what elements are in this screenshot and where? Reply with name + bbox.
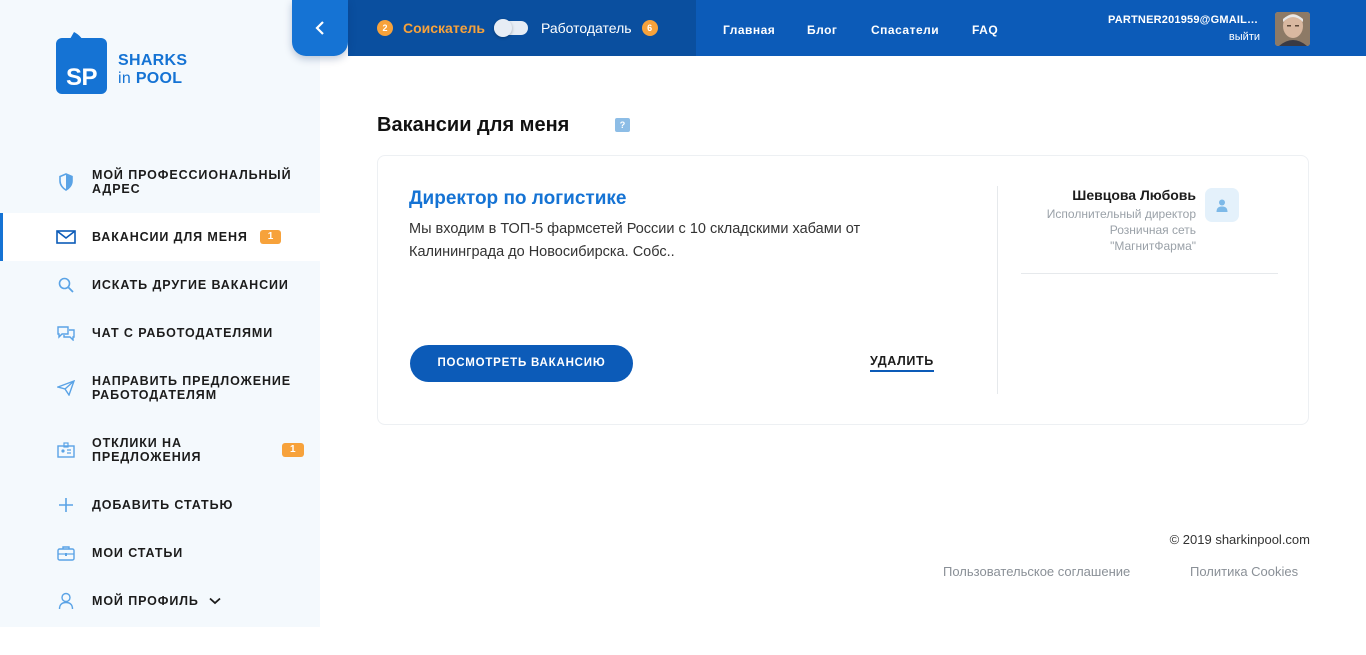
sidebar-item-label: Вакансии для меня <box>92 230 248 244</box>
contact-company-line2: "МагнитФарма" <box>1110 239 1196 253</box>
envelope-icon <box>56 227 76 247</box>
contact-avatar[interactable] <box>1205 188 1239 222</box>
logo-badge-text: SP <box>65 64 98 91</box>
sidebar-item-chat[interactable]: Чат с работодателями <box>0 309 320 357</box>
chevron-left-icon <box>315 21 324 35</box>
brand-logo[interactable]: SP SHARKS in POOL <box>56 30 206 96</box>
logo-line-2: in POOL <box>118 70 187 88</box>
contact-company-line1: Розничная сеть <box>1109 223 1196 237</box>
avatar[interactable] <box>1275 12 1310 46</box>
sidebar-item-label-line1: Направить предложение <box>92 374 292 388</box>
logo-pool: POOL <box>135 70 183 87</box>
vacancy-description: Мы входим в ТОП-5 фармсетей России с 10 … <box>409 221 861 260</box>
seeker-count-badge: 2 <box>377 20 393 36</box>
page-title: Вакансии для меня <box>377 114 570 136</box>
sidebar-item-label: Мой профессиональный адрес <box>92 168 291 196</box>
shield-icon <box>56 172 76 192</box>
copyright: © 2019 sharkinpool.com <box>1169 532 1310 547</box>
vacancies-count-badge: 1 <box>259 230 282 244</box>
vacancy-title[interactable]: Директор по логистике <box>409 188 626 210</box>
logo-in: in <box>118 70 132 87</box>
top-header <box>696 0 1366 56</box>
card-divider-vertical <box>997 186 998 394</box>
app-root: SP SHARKS in POOL Мой профессиональный ад… <box>0 0 1366 655</box>
sidebar-item-label: Мой профиль <box>92 594 199 608</box>
sidebar-item-label: Отклики на предложения <box>92 436 201 464</box>
role-seeker-label: Соискатель <box>403 20 485 36</box>
search-icon <box>56 275 76 295</box>
logo-badge: SP <box>56 38 107 94</box>
contact-details: Исполнительный директор Розничная сеть "… <box>1000 206 1196 254</box>
sidebar-item-label-line1: Мой профессиональный <box>92 168 292 182</box>
card-divider-horizontal <box>1021 273 1278 274</box>
id-card-icon <box>56 440 76 460</box>
briefcase-icon <box>56 543 76 563</box>
user-email[interactable]: PARTNER201959@GMAIL.COM <box>1108 14 1260 26</box>
sidebar-item-label-line2: работодателям <box>92 388 218 402</box>
sidebar-item-label-line2: адрес <box>92 182 141 196</box>
help-icon[interactable]: ? <box>615 118 630 132</box>
sidebar-item-search-vacancies[interactable]: Искать другие вакансии <box>0 261 320 309</box>
user-icon <box>1216 199 1228 212</box>
sidebar-item-label-line2: предложения <box>92 450 202 464</box>
sidebar-item-professional-address[interactable]: Мой профессиональный адрес <box>0 160 320 204</box>
sidebar-item-responses[interactable]: Отклики на предложения 1 <box>0 419 320 481</box>
responses-count-badge: 1 <box>282 443 304 457</box>
chevron-down-icon[interactable] <box>209 597 221 605</box>
nav-link-faq[interactable]: FAQ <box>972 23 998 37</box>
role-toggle-knob <box>494 19 512 37</box>
sidebar-item-vacancies-for-me[interactable]: Вакансии для меня 1 <box>0 213 320 261</box>
nav-link-blog[interactable]: Блог <box>807 23 837 37</box>
delete-vacancy-link[interactable]: Удалить <box>870 354 934 372</box>
sidebar-item-label-line1: Отклики на <box>92 436 182 450</box>
employer-count-badge: 6 <box>641 20 658 36</box>
sidebar-nav: Мой профессиональный адрес Вакансии для м… <box>0 160 320 625</box>
role-employer-label: Работодатель <box>541 20 632 36</box>
sidebar-item-label: Чат с работодателями <box>92 326 274 340</box>
sidebar-item-label: Мои статьи <box>92 546 184 560</box>
sidebar-item-my-articles[interactable]: Мои статьи <box>0 529 320 577</box>
nav-link-rescuers[interactable]: Спасатели <box>871 23 939 37</box>
logo-line-1: SHARKS <box>118 52 188 69</box>
logout-link[interactable]: выйти <box>1200 31 1260 43</box>
sidebar: SP SHARKS in POOL Мой профессиональный ад… <box>0 0 320 627</box>
collapse-sidebar-button[interactable] <box>292 0 348 56</box>
view-vacancy-button[interactable]: Посмотреть вакансию <box>410 345 633 382</box>
logo-wordmark: SHARKS in POOL <box>118 52 187 88</box>
avatar-image <box>1275 12 1310 46</box>
nav-link-home[interactable]: Главная <box>723 23 775 37</box>
role-employer[interactable]: Работодатель 6 <box>541 20 658 36</box>
sidebar-item-label: Направить предложение работодателям <box>92 374 291 402</box>
contact-name: Шевцова Любовь <box>1072 187 1196 203</box>
role-toggle[interactable] <box>494 19 528 37</box>
sidebar-item-send-proposal[interactable]: Направить предложение работодателям <box>0 357 320 419</box>
role-seeker[interactable]: 2 Соискатель <box>377 20 485 36</box>
sidebar-item-label: Добавить статью <box>92 498 234 512</box>
user-icon <box>56 591 76 611</box>
paper-plane-icon <box>56 378 76 398</box>
plus-icon <box>56 495 76 515</box>
contact-position: Исполнительный директор <box>1046 207 1196 221</box>
chat-icon <box>56 323 76 343</box>
footer-link-cookies[interactable]: Политика Cookies <box>1190 564 1298 579</box>
sidebar-item-label: Искать другие вакансии <box>92 278 289 292</box>
sidebar-item-add-article[interactable]: Добавить статью <box>0 481 320 529</box>
sidebar-item-my-profile[interactable]: Мой профиль <box>0 577 320 625</box>
footer-link-user-agreement[interactable]: Пользовательское соглашение <box>943 564 1130 579</box>
